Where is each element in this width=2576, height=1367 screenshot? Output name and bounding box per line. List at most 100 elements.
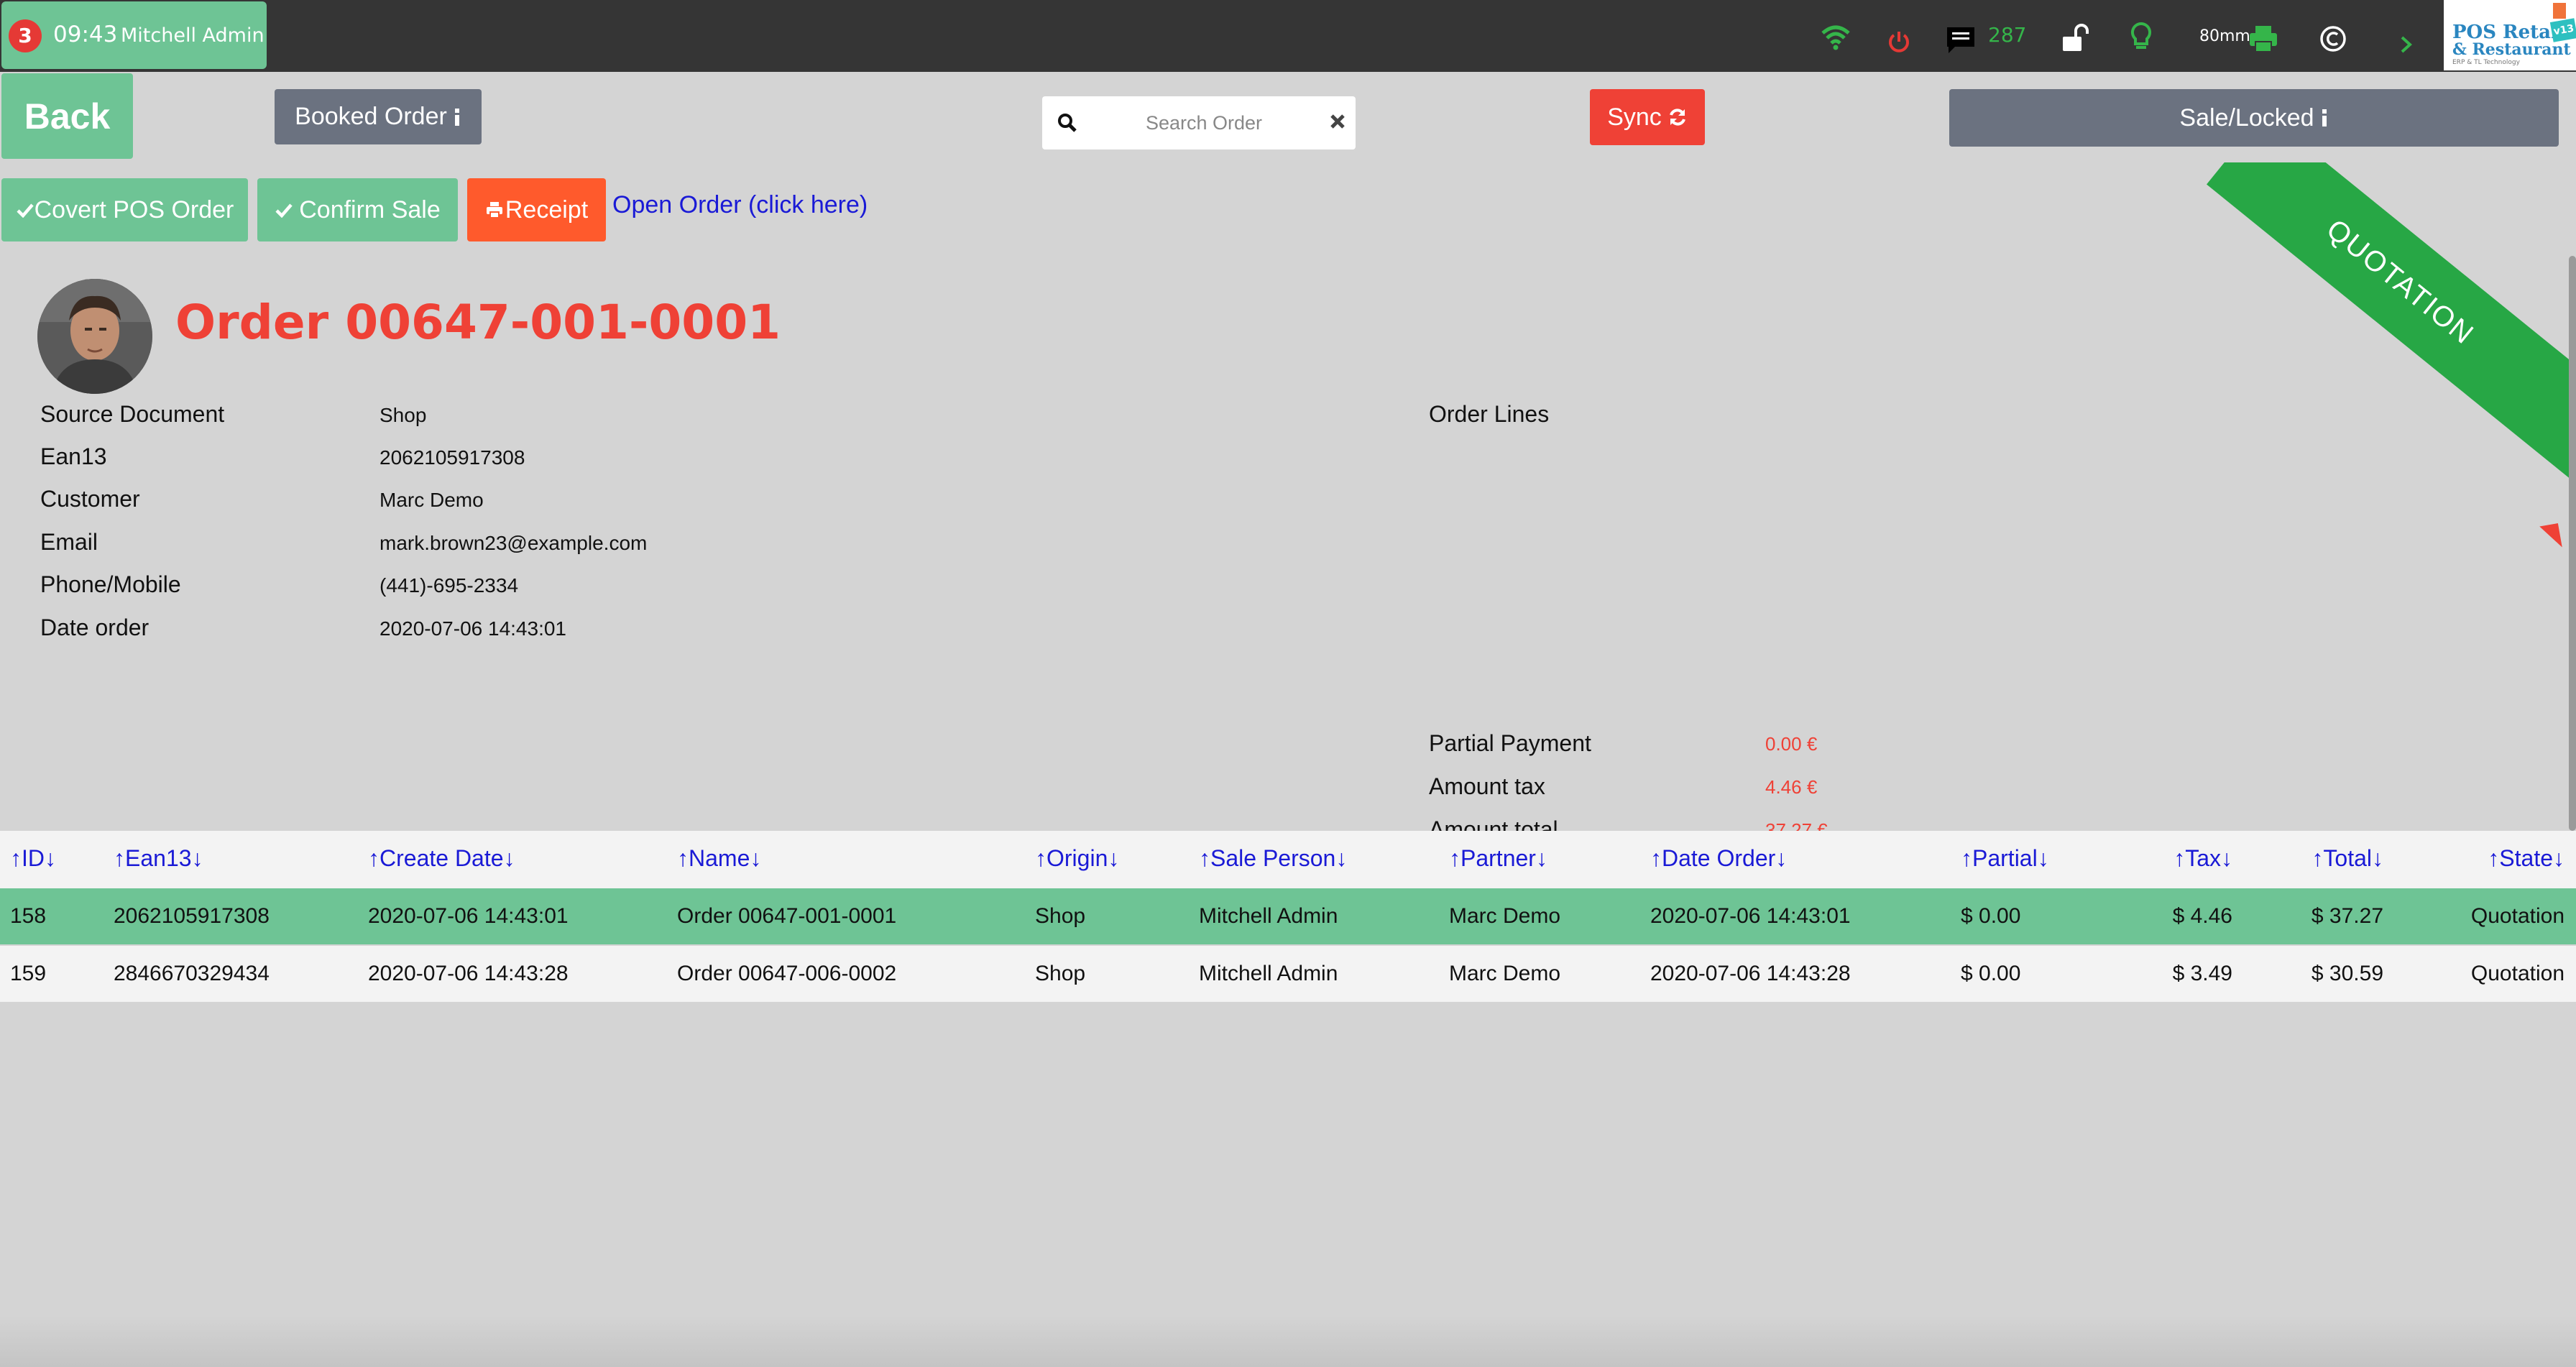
- table-row[interactable]: 159 2846670329434 2020-07-06 14:43:28 Order…: [0, 946, 2576, 1002]
- field-value: 2062105917308: [380, 446, 525, 469]
- amount-label: Amount tax: [1429, 773, 1545, 799]
- field-label: Source Document: [40, 401, 225, 427]
- receipt-label: Receipt: [505, 195, 589, 224]
- user-session-pill[interactable]: 3 09:43 Mitchell Admin: [1, 1, 267, 69]
- table-cell: $ 0.00: [1961, 904, 2021, 928]
- table-cell: 2020-07-06 14:43:28: [1650, 962, 1851, 985]
- table-cell: 2020-07-06 14:43:01: [368, 904, 569, 928]
- receipt-button[interactable]: Receipt: [467, 178, 606, 241]
- user-name: Mitchell Admin: [121, 24, 264, 47]
- ribbon-tip: [2539, 523, 2562, 551]
- booked-order-label: Booked Order: [295, 103, 447, 130]
- logo-corner-mark: [2553, 3, 2566, 19]
- table-row[interactable]: 158 2062105917308 2020-07-06 14:43:01 Order…: [0, 888, 2576, 944]
- field-label: Customer: [40, 486, 140, 512]
- logo-version-badge: v13: [2549, 18, 2576, 42]
- table-cell: 158: [10, 904, 47, 928]
- table-cell: Marc Demo: [1449, 962, 1561, 985]
- refresh-icon: [1669, 109, 1685, 126]
- column-header[interactable]: ↑Total↓: [2312, 845, 2383, 872]
- chat-icon[interactable]: [1945, 22, 1977, 59]
- clear-search-icon[interactable]: [1328, 112, 1347, 131]
- customer-photo: [37, 279, 152, 394]
- field-label: Date order: [40, 615, 150, 640]
- field-value: Shop: [380, 404, 427, 426]
- copyright-icon[interactable]: [2319, 20, 2347, 57]
- table-cell: Mitchell Admin: [1199, 962, 1338, 985]
- back-button-label: Back: [24, 96, 111, 137]
- amount-value: 4.46 €: [1765, 776, 1818, 798]
- search-icon: [1058, 114, 1077, 132]
- sync-label: Sync: [1607, 103, 1662, 131]
- printer-icon: [486, 202, 502, 218]
- search-order-input[interactable]: [1085, 103, 1322, 142]
- table-cell: Quotation: [2470, 904, 2564, 928]
- booked-order-button[interactable]: Booked Order: [275, 89, 482, 144]
- field-value: (441)-695-2334: [380, 574, 519, 597]
- column-header[interactable]: ↑Partial↓: [1961, 845, 2049, 872]
- printer-icon[interactable]: [2248, 20, 2278, 57]
- table-cell: $ 0.00: [1961, 962, 2021, 985]
- wifi-icon[interactable]: [1820, 19, 1852, 56]
- sale-locked-button[interactable]: Sale/Locked: [1949, 89, 2559, 147]
- amount-label: Amount total: [1429, 816, 1558, 831]
- table-cell: Order 00647-001-0001: [677, 904, 897, 928]
- chevron-right-icon[interactable]: [2398, 26, 2415, 63]
- column-header[interactable]: ↑Origin↓: [1035, 845, 1119, 872]
- column-header[interactable]: ↑Partner↓: [1449, 845, 1547, 872]
- column-header[interactable]: ↑Ean13↓: [114, 845, 203, 872]
- column-header[interactable]: ↑Name↓: [677, 845, 761, 872]
- amount-label: Partial Payment: [1429, 730, 1591, 756]
- column-header[interactable]: ↑Tax↓: [2174, 845, 2232, 872]
- column-header[interactable]: ↑State↓: [2488, 845, 2564, 872]
- column-header[interactable]: ↑Date Order↓: [1650, 845, 1787, 872]
- bottom-shade: [0, 1315, 2576, 1367]
- power-icon[interactable]: [1886, 23, 1912, 60]
- orders-table-header: ↑ID↓ ↑Ean13↓ ↑Create Date↓ ↑Name↓ ↑Origin↓ ↑S…: [0, 831, 2576, 888]
- field-label: Email: [40, 529, 98, 555]
- table-cell: Mitchell Admin: [1199, 904, 1338, 928]
- table-cell: 2062105917308: [114, 904, 270, 928]
- amount-row: Amount total 37.27 €: [1429, 805, 1926, 831]
- confirm-label: Confirm Sale: [299, 195, 441, 224]
- pos-retail-logo: POS Retail & Restaurant ERP & TL Technol…: [2444, 0, 2576, 70]
- logo-tagline: ERP & TL Technology: [2452, 59, 2520, 66]
- column-header[interactable]: ↑Sale Person↓: [1199, 845, 1347, 872]
- field-value: 2020-07-06 14:43:01: [380, 617, 566, 640]
- back-button[interactable]: Back: [1, 73, 133, 159]
- info-icon: [454, 108, 459, 126]
- table-cell: Order 00647-006-0002: [677, 962, 897, 985]
- column-header[interactable]: ↑ID↓: [10, 845, 56, 872]
- check-icon: [17, 203, 34, 218]
- order-title: Order 00647-001-0001: [175, 295, 781, 350]
- check-icon: [275, 203, 293, 218]
- vertical-scrollbar[interactable]: [2569, 256, 2576, 831]
- table-cell: Shop: [1035, 962, 1086, 985]
- field-value: Marc Demo: [380, 489, 484, 511]
- amount-value: 0.00 €: [1765, 733, 1818, 755]
- customer-avatar: [37, 279, 152, 394]
- field-label: Ean13: [40, 443, 107, 469]
- lightbulb-icon[interactable]: [2129, 19, 2153, 56]
- clock-time: 09:43: [53, 22, 118, 47]
- printer-size-label: 80mm: [2199, 27, 2250, 45]
- table-cell: $ 37.27: [2311, 904, 2383, 928]
- sync-button[interactable]: Sync: [1590, 89, 1705, 145]
- convert-pos-order-button[interactable]: Covert POS Order: [1, 178, 248, 241]
- search-order-box: [1042, 96, 1356, 149]
- table-cell: Quotation: [2470, 962, 2564, 985]
- notification-badge: 3: [9, 19, 42, 52]
- table-cell: 159: [10, 962, 47, 985]
- table-cell: 2020-07-06 14:43:28: [368, 962, 569, 985]
- table-cell: $ 3.49: [2172, 962, 2232, 985]
- open-order-link[interactable]: Open Order (click here): [612, 191, 868, 219]
- amount-value: 37.27 €: [1765, 819, 1828, 831]
- table-cell: Marc Demo: [1449, 904, 1561, 928]
- column-header[interactable]: ↑Create Date↓: [368, 845, 515, 872]
- field-label: Phone/Mobile: [40, 571, 181, 597]
- top-bar: 3 09:43 Mitchell Admin 287 80mm POS Reta…: [0, 0, 2576, 72]
- table-cell: $ 30.59: [2311, 962, 2383, 985]
- convert-label: Covert POS Order: [34, 195, 234, 224]
- unlock-icon[interactable]: [2060, 20, 2089, 57]
- confirm-sale-button[interactable]: Confirm Sale: [257, 178, 458, 241]
